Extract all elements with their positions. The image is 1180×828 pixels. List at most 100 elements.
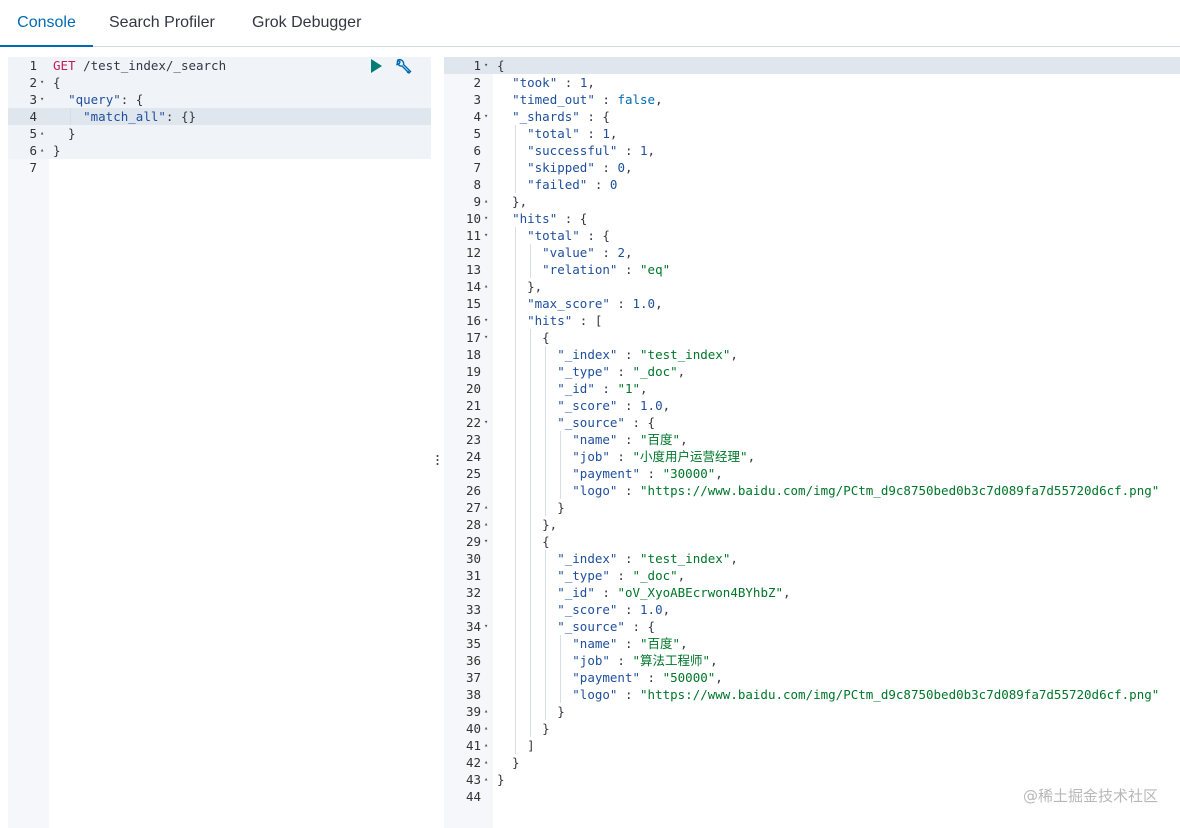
fold-close-icon[interactable]: ▴ [484,516,488,533]
fold-close-icon[interactable]: ▴ [484,754,488,771]
request-line[interactable]: 5 ▴ } [8,125,431,142]
run-request-button[interactable] [367,57,385,75]
line-number: 37 [465,670,481,685]
fold-open-icon[interactable]: ▾ [484,227,488,244]
line-number: 43 [465,772,481,787]
code-text: "_shards" : { [512,109,610,124]
fold-open-icon[interactable]: ▾ [484,312,488,329]
fold-close-icon[interactable]: ▴ [40,125,44,142]
fold-open-icon[interactable]: ▾ [484,108,488,125]
response-line[interactable]: 32 "_id" : "oV_XyoABEcrwon4BYhbZ", [444,584,1180,601]
line-number: 1 [473,58,481,73]
fold-open-icon[interactable]: ▾ [484,618,488,635]
response-line[interactable]: 16 ▾ "hits" : [ [444,312,1180,329]
response-line[interactable]: 42 ▴ } [444,754,1180,771]
response-line[interactable]: 9 ▴ }, [444,193,1180,210]
response-line[interactable]: 3 "timed_out" : false, [444,91,1180,108]
request-editor[interactable]: 1 GET /test_index/_search 2 ▾ {3 ▾ "query": {… [8,57,431,828]
response-line[interactable]: 35 "name" : "百度", [444,635,1180,652]
fold-close-icon[interactable]: ▴ [484,278,488,295]
response-line[interactable]: 25 "payment" : "30000", [444,465,1180,482]
response-line[interactable]: 18 "_index" : "test_index", [444,346,1180,363]
response-line[interactable]: 6 "successful" : 1, [444,142,1180,159]
response-line[interactable]: 41 ▴ ] [444,737,1180,754]
response-line[interactable]: 7 "skipped" : 0, [444,159,1180,176]
line-number: 33 [465,602,481,617]
response-line[interactable]: 13 "relation" : "eq" [444,261,1180,278]
response-line[interactable]: 23 "name" : "百度", [444,431,1180,448]
panel-resize-handle[interactable] [431,57,444,828]
line-number: 2 [473,75,481,90]
response-line[interactable]: 4 ▾ "_shards" : { [444,108,1180,125]
response-line[interactable]: 38 "logo" : "https://www.baidu.com/img/P… [444,686,1180,703]
request-line[interactable]: 7 [8,159,431,176]
fold-close-icon[interactable]: ▴ [484,737,488,754]
response-viewer[interactable]: 1 ▾{2 "took" : 1, 3 "timed_out" : false, 4 ▾… [444,57,1180,828]
fold-open-icon[interactable]: ▾ [40,74,44,91]
request-settings-button[interactable] [393,57,413,77]
fold-open-icon[interactable]: ▾ [484,57,488,74]
fold-close-icon[interactable]: ▴ [484,703,488,720]
response-line[interactable]: 14 ▴ }, [444,278,1180,295]
response-line[interactable]: 24 "job" : "小度用户运营经理", [444,448,1180,465]
response-line[interactable]: 21 "_score" : 1.0, [444,397,1180,414]
response-line[interactable]: 12 "value" : 2, [444,244,1180,261]
line-number: 27 [465,500,481,515]
tab-grok-debugger[interactable]: Grok Debugger [252,0,361,47]
response-line[interactable]: 40 ▴ } [444,720,1180,737]
fold-open-icon[interactable]: ▾ [484,533,488,550]
response-line[interactable]: 17 ▾ { [444,329,1180,346]
request-line[interactable]: 2 ▾ { [8,74,431,91]
response-line[interactable]: 30 "_index" : "test_index", [444,550,1180,567]
response-line[interactable]: 26 "logo" : "https://www.baidu.com/img/P… [444,482,1180,499]
response-line[interactable]: 10 ▾ "hits" : { [444,210,1180,227]
line-number: 44 [465,789,481,804]
response-line[interactable]: 22 ▾ "_source" : { [444,414,1180,431]
code-text: }, [497,194,528,209]
response-line[interactable]: 19 "_type" : "_doc", [444,363,1180,380]
response-line[interactable]: 39 ▴ } [444,703,1180,720]
request-line[interactable]: 6 ▴} [8,142,431,159]
response-line[interactable]: 36 "job" : "算法工程师", [444,652,1180,669]
response-line[interactable]: 34 ▾ "_source" : { [444,618,1180,635]
response-line[interactable]: 37 "payment" : "50000", [444,669,1180,686]
fold-open-icon[interactable]: ▾ [484,414,488,431]
response-line[interactable]: 29 ▾ { [444,533,1180,550]
line-number: 12 [465,245,481,260]
tab-console[interactable]: Console [0,0,93,47]
fold-open-icon[interactable]: ▾ [484,329,488,346]
response-line[interactable]: 20 "_id" : "1", [444,380,1180,397]
line-number: 16 [465,313,481,328]
line-number: 10 [465,211,481,226]
fold-close-icon[interactable]: ▴ [484,771,488,788]
response-line[interactable]: 1 ▾ { [444,57,1180,74]
request-line[interactable]: 3 ▾ "query": { [8,91,431,108]
line-number: 7 [29,160,37,175]
line-number: 20 [465,381,481,396]
response-line[interactable]: 5 "total" : 1, [444,125,1180,142]
code-text: "payment" : "30000", [572,466,723,481]
response-line[interactable]: 27 ▴ } [444,499,1180,516]
response-line[interactable]: 15 "max_score" : 1.0, [444,295,1180,312]
line-number: 18 [465,347,481,362]
fold-close-icon[interactable]: ▴ [40,142,44,159]
response-line[interactable]: 31 "_type" : "_doc", [444,567,1180,584]
code-text: "value" : 2, [542,245,633,260]
request-line[interactable]: 4 "match_all": {} [8,108,431,125]
tab-search-profiler[interactable]: Search Profiler [109,0,215,47]
fold-close-icon[interactable]: ▴ [484,193,488,210]
fold-close-icon[interactable]: ▴ [484,499,488,516]
code-text: "name" : "百度", [572,432,688,447]
response-line[interactable]: 8 "failed" : 0 [444,176,1180,193]
response-line[interactable]: 33 "_score" : 1.0, [444,601,1180,618]
code-text: "_type" : "_doc", [557,364,686,379]
fold-close-icon[interactable]: ▴ [484,720,488,737]
line-number: 21 [465,398,481,413]
fold-open-icon[interactable]: ▾ [40,91,44,108]
response-line[interactable]: 2 "took" : 1, [444,74,1180,91]
fold-open-icon[interactable]: ▾ [484,210,488,227]
response-line[interactable]: 11 ▾ "total" : { [444,227,1180,244]
line-number: 4 [473,109,481,124]
code-text: } [497,772,505,787]
response-line[interactable]: 28 ▴ }, [444,516,1180,533]
